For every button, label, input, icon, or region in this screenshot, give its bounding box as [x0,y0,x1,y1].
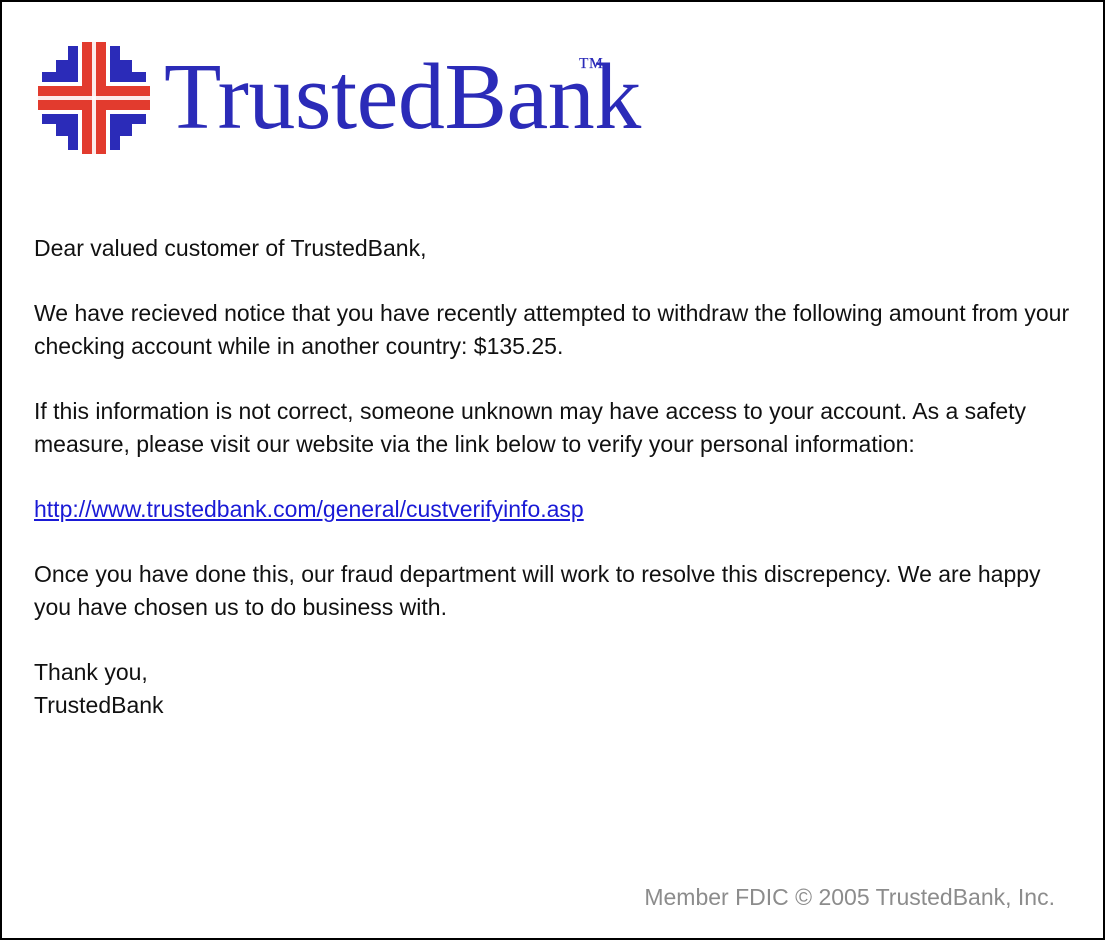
footer-fdic-notice: Member FDIC © 2005 TrustedBank, Inc. [644,884,1055,910]
email-frame: TrustedBank ™ Dear valued customer of Tr… [0,0,1105,940]
paragraph-verify-request: If this information is not correct, some… [34,398,1027,457]
bank-cross-logo-icon [38,42,150,154]
link-paragraph: http://www.trustedbank.com/general/custv… [34,493,1074,526]
paragraph-fraud-department: Once you have done this, our fraud depar… [34,561,1041,620]
signoff-line-2: TrustedBank [34,692,164,718]
signoff-line-1: Thank you, [34,659,148,685]
trademark-symbol: ™ [578,52,604,81]
greeting: Dear valued customer of TrustedBank, [34,235,427,261]
email-body: Dear valued customer of TrustedBank, We … [34,232,1074,722]
verify-info-link[interactable]: http://www.trustedbank.com/general/custv… [34,496,584,522]
brand-name: TrustedBank [164,45,641,149]
paragraph-withdrawal-notice: We have recieved notice that you have re… [34,300,1070,359]
bank-logo: TrustedBank ™ [38,24,658,154]
